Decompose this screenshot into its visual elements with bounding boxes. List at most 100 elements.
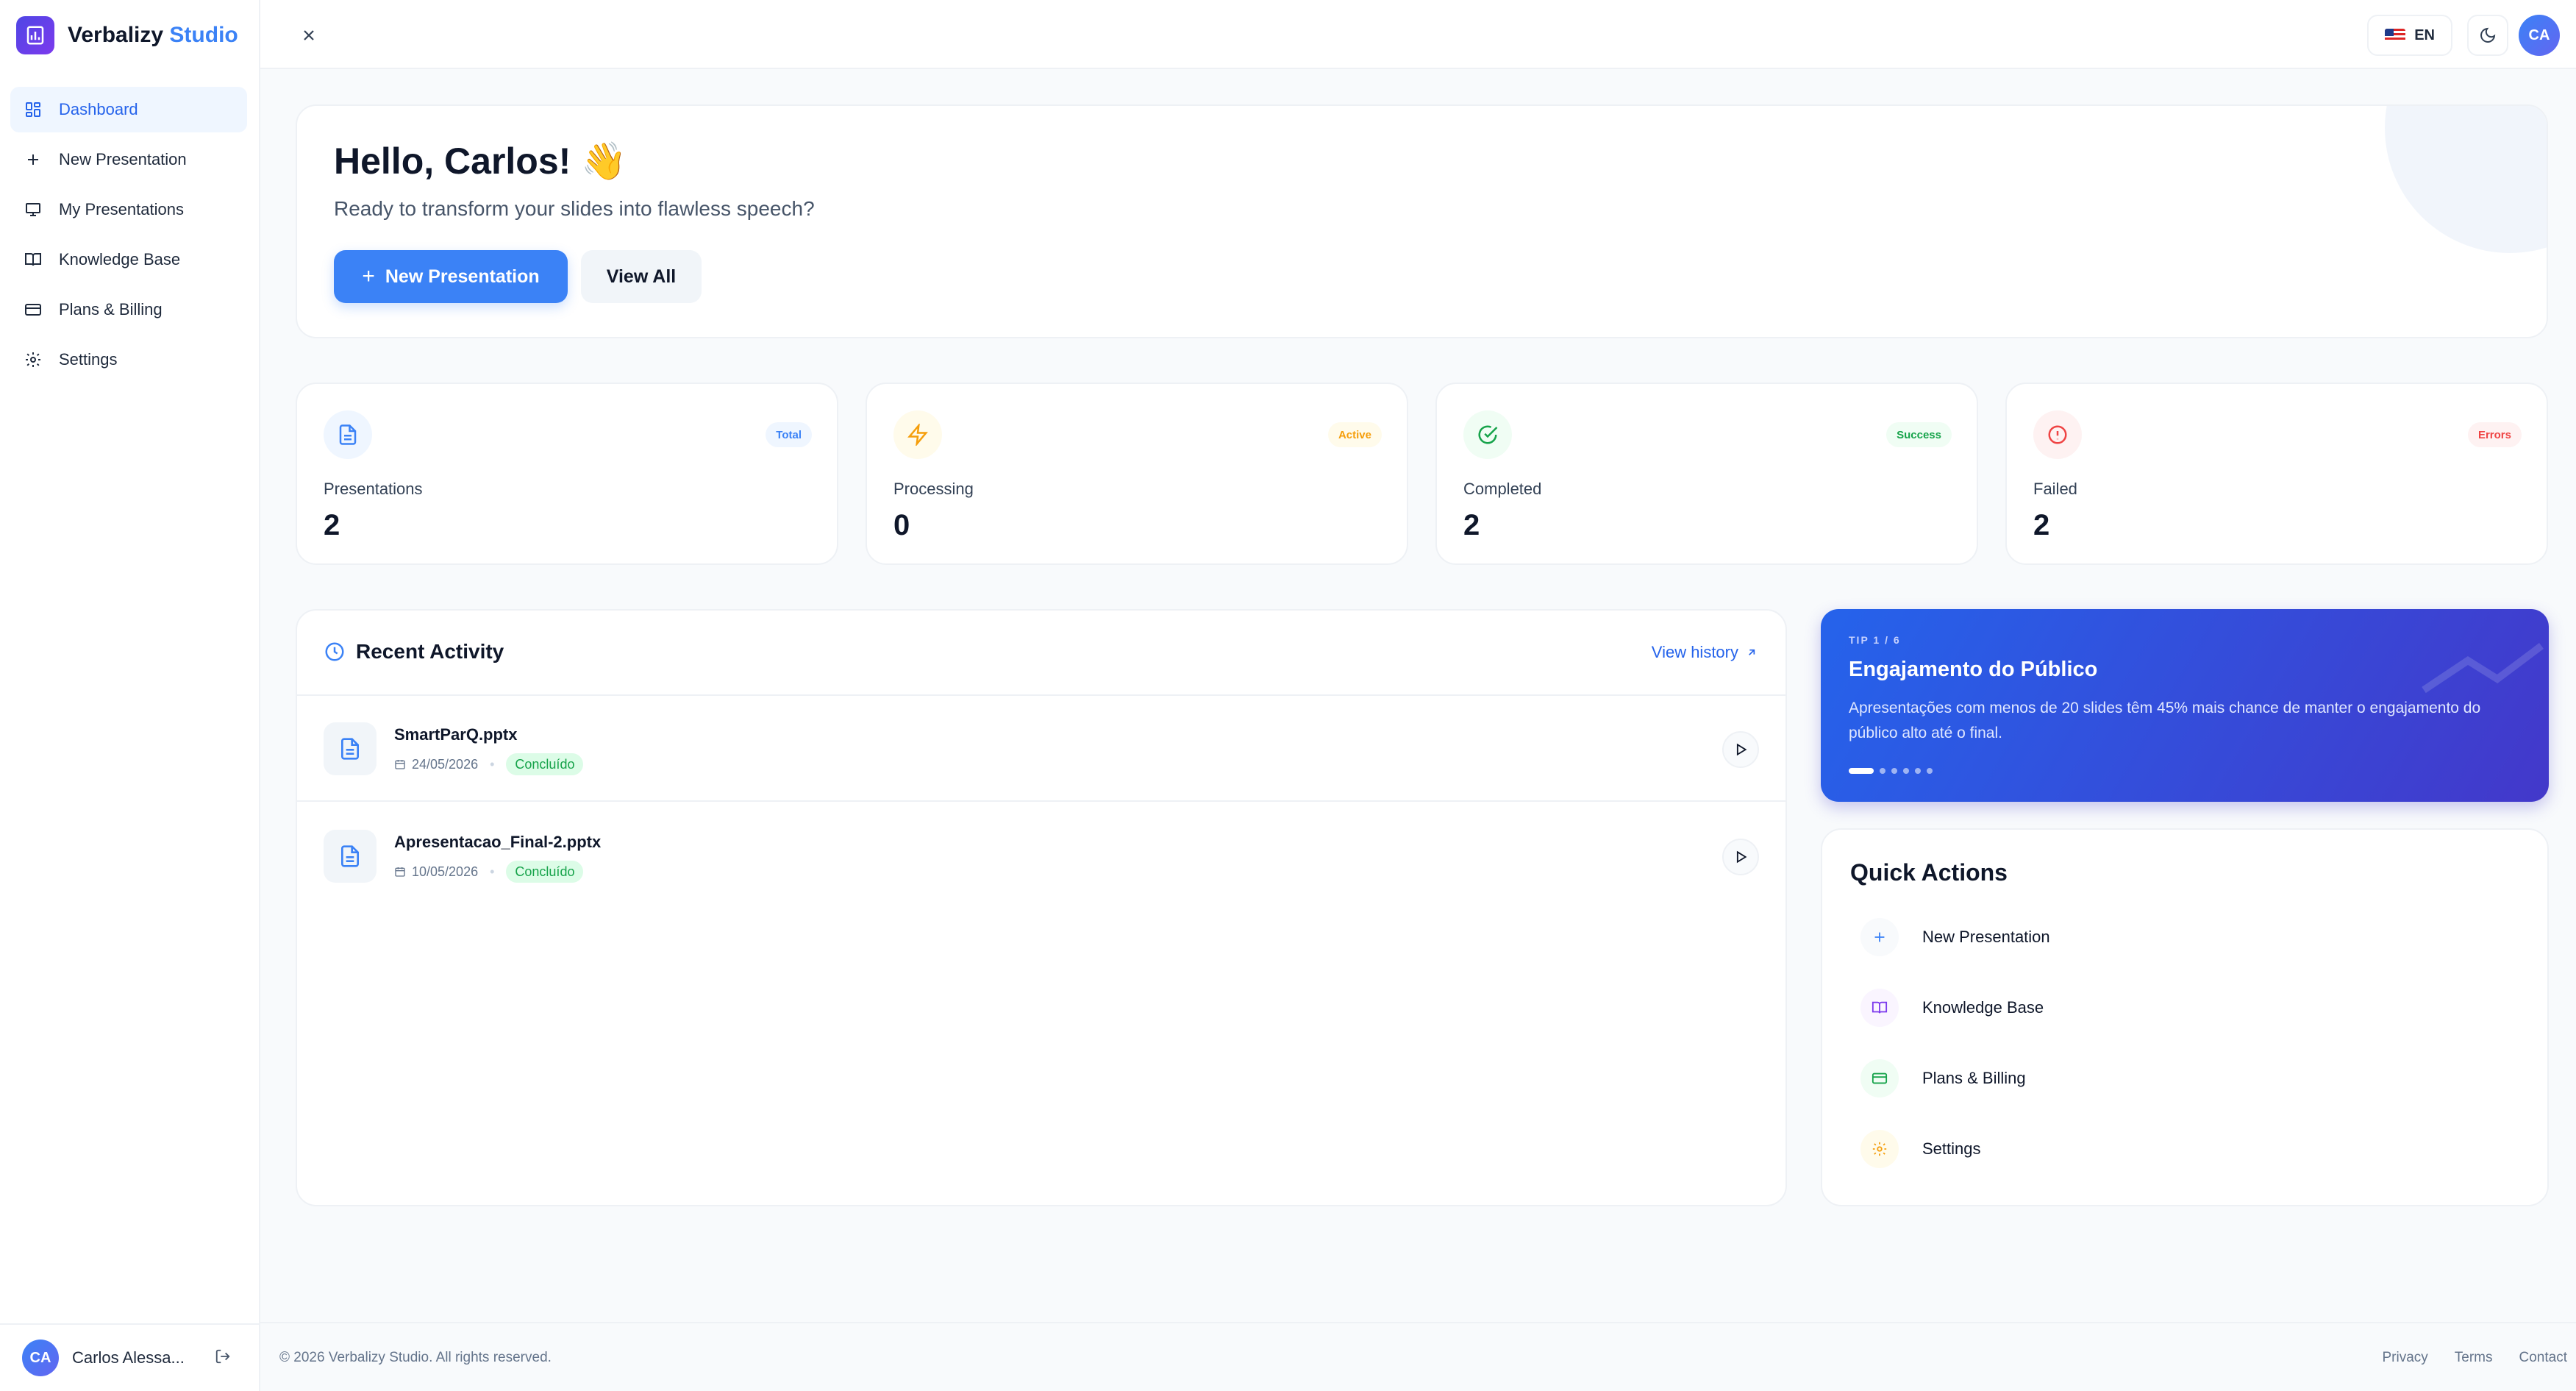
new-presentation-label: New Presentation — [385, 266, 540, 287]
activity-row[interactable]: Apresentacao_Final-2.pptx 10/05/2026 • C… — [297, 803, 1785, 909]
tip-counter: TIP 1 / 6 — [1849, 634, 1901, 646]
file-name: Apresentacao_Final-2.pptx — [394, 833, 602, 851]
play-button[interactable] — [1722, 731, 1759, 768]
view-history-label: View history — [1651, 643, 1738, 661]
sidebar-item-settings[interactable]: Settings — [10, 337, 247, 383]
user-avatar[interactable]: CA — [22, 1340, 59, 1376]
stat-label: Completed — [1463, 480, 1542, 498]
sidebar-item-label: New Presentation — [59, 150, 187, 168]
recent-activity-title: Recent Activity — [324, 640, 504, 664]
us-flag-icon — [2385, 29, 2406, 42]
quick-action-label: Plans & Billing — [1922, 1069, 2026, 1087]
play-button[interactable] — [1722, 839, 1759, 875]
file-icon — [324, 830, 377, 883]
activity-row[interactable]: SmartParQ.pptx 24/05/2026 • Concluído — [297, 696, 1785, 802]
sidebar-item-plans-billing[interactable]: Plans & Billing — [10, 287, 247, 332]
brand-name-text: Verbalizy — [68, 23, 164, 47]
stat-card-processing[interactable]: Active Processing 0 — [866, 383, 1408, 565]
trend-line-icon — [2422, 643, 2544, 694]
tip-dot[interactable] — [1891, 768, 1897, 774]
copyright-text: © 2026 Verbalizy Studio. All rights rese… — [279, 1350, 552, 1365]
stat-value: 2 — [1463, 509, 1480, 541]
language-selector[interactable]: EN — [2367, 15, 2452, 56]
app-root: Verbalizy Studio Dashboard New Presentat… — [0, 0, 2576, 1391]
tip-text: Apresentações com menos de 20 slides têm… — [1849, 700, 2481, 741]
lightning-icon — [893, 410, 942, 459]
file-date: 24/05/2026 — [412, 756, 479, 772]
sidebar-item-new-presentation[interactable]: New Presentation — [10, 137, 247, 182]
status-badge: Total — [766, 422, 812, 447]
status-badge: Concluído — [506, 861, 584, 883]
page-title: Hello, Carlos! 👋 — [334, 140, 627, 182]
sidebar-item-label: Settings — [59, 350, 118, 369]
status-badge: Concluído — [506, 753, 584, 775]
file-name: SmartParQ.pptx — [394, 725, 518, 744]
credit-card-icon — [1860, 1059, 1899, 1097]
gear-icon — [1860, 1130, 1899, 1168]
alert-circle-icon — [2033, 410, 2082, 459]
footer-link-privacy[interactable]: Privacy — [2382, 1350, 2427, 1366]
recent-activity-header: Recent Activity View history — [297, 611, 1785, 696]
tip-dot[interactable] — [1903, 768, 1909, 774]
credit-card-icon — [24, 300, 43, 319]
tip-pagination — [1849, 768, 1938, 774]
separator-dot: • — [490, 864, 495, 879]
stat-card-failed[interactable]: Errors Failed 2 — [2005, 383, 2548, 565]
theme-toggle-button[interactable] — [2467, 15, 2508, 56]
new-presentation-button[interactable]: + New Presentation — [334, 250, 568, 303]
clock-icon — [324, 641, 346, 663]
status-badge: Errors — [2467, 422, 2522, 447]
sidebar-item-my-presentations[interactable]: My Presentations — [10, 187, 247, 232]
stat-label: Processing — [893, 480, 974, 498]
quick-action-settings[interactable]: Settings — [1860, 1127, 1981, 1171]
plus-icon: + — [362, 264, 375, 288]
footer-links: Privacy Terms Contact — [2355, 1350, 2567, 1366]
quick-action-new-presentation[interactable]: New Presentation — [1860, 915, 2050, 959]
top-user-avatar[interactable]: CA — [2519, 15, 2560, 56]
status-badge: Active — [1327, 422, 1382, 447]
check-circle-icon — [1463, 410, 1512, 459]
stat-card-completed[interactable]: Success Completed 2 — [1435, 383, 1978, 565]
footer: © 2026 Verbalizy Studio. All rights rese… — [260, 1322, 2576, 1391]
brand-name-accent: Studio — [169, 23, 238, 47]
brand[interactable]: Verbalizy Studio — [16, 16, 238, 54]
tip-dot[interactable] — [1915, 768, 1921, 774]
footer-link-terms[interactable]: Terms — [2455, 1350, 2493, 1366]
sidebar-item-knowledge-base[interactable]: Knowledge Base — [10, 237, 247, 282]
footer-link-contact[interactable]: Contact — [2519, 1350, 2567, 1366]
view-all-button[interactable]: View All — [581, 250, 702, 303]
view-history-link[interactable]: View history — [1652, 643, 1758, 662]
tip-title: Engajamento do Público — [1849, 658, 2098, 681]
tip-dot[interactable] — [1880, 768, 1885, 774]
close-icon — [304, 30, 314, 40]
calendar-icon — [394, 758, 406, 770]
sidebar-item-label: My Presentations — [59, 200, 184, 218]
calendar-icon — [394, 866, 406, 878]
stat-card-presentations[interactable]: Total Presentations 2 — [296, 383, 838, 565]
sidebar-user: CA Carlos Alessa... — [0, 1323, 260, 1391]
logout-icon[interactable] — [215, 1348, 231, 1368]
close-sidebar-button[interactable] — [294, 21, 324, 50]
user-name: Carlos Alessa... — [72, 1348, 185, 1367]
file-icon — [324, 722, 377, 775]
tip-dot[interactable] — [1927, 768, 1933, 774]
book-icon — [24, 250, 43, 269]
stat-value: 2 — [324, 509, 340, 541]
recent-activity-title-text: Recent Activity — [356, 640, 504, 663]
file-date: 10/05/2026 — [412, 864, 479, 879]
dashboard-icon — [24, 100, 43, 119]
recent-activity-card: Recent Activity View history SmartParQ.p… — [296, 609, 1787, 1206]
stat-label: Failed — [2033, 480, 2077, 498]
quick-actions-card: Quick Actions New Presentation Knowledge… — [1821, 828, 2549, 1206]
brand-name: Verbalizy Studio — [68, 23, 238, 48]
sidebar-item-dashboard[interactable]: Dashboard — [10, 87, 247, 132]
quick-action-plans-billing[interactable]: Plans & Billing — [1860, 1056, 2026, 1100]
quick-actions-title: Quick Actions — [1850, 859, 2008, 886]
quick-action-label: New Presentation — [1922, 928, 2050, 946]
play-icon — [1736, 850, 1747, 864]
brand-logo-icon — [16, 16, 54, 54]
tip-dot[interactable] — [1849, 768, 1874, 774]
tip-card[interactable]: TIP 1 / 6 Engajamento do Público Apresen… — [1821, 609, 2549, 802]
sidebar-nav: Dashboard New Presentation My Presentati… — [10, 87, 247, 387]
quick-action-knowledge-base[interactable]: Knowledge Base — [1860, 986, 2044, 1030]
